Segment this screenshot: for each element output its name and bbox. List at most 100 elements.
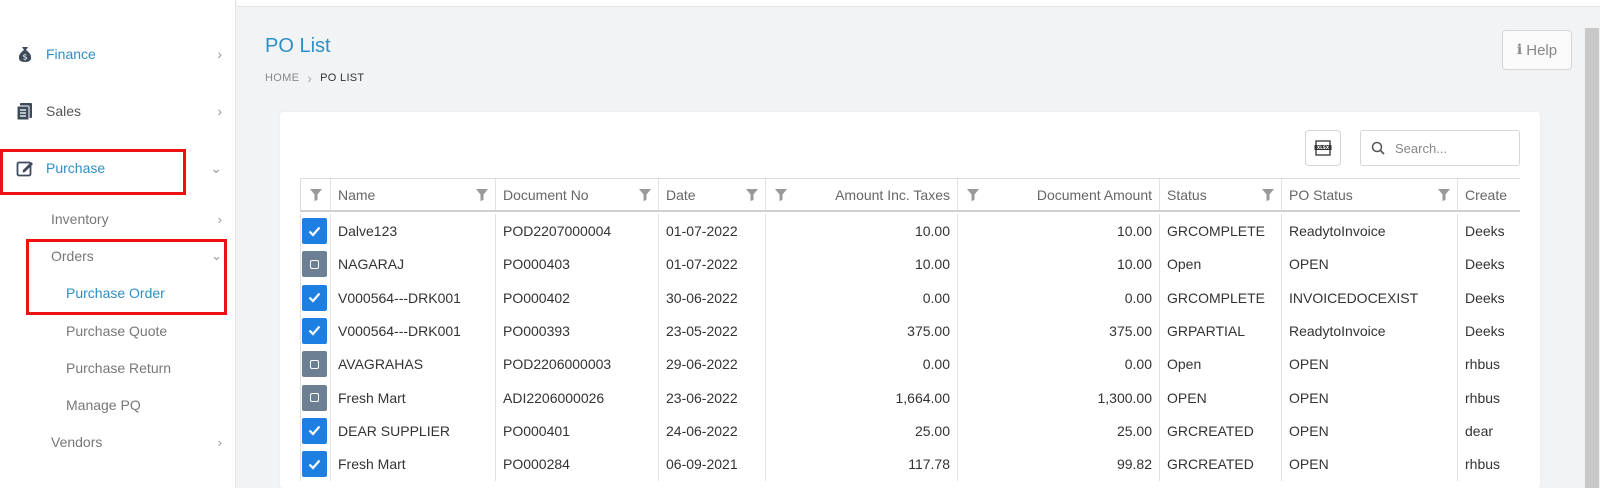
cell-created: Deeks [1457,280,1520,315]
cell-document-no: ADI2206000026 [495,380,658,415]
column-header-document-no[interactable]: Document No [495,179,658,210]
table-row[interactable]: DEAR SUPPLIER PO000401 24-06-2022 25.00 25.0… [300,413,1520,448]
cell-document-no: PO000403 [495,247,658,282]
row-checkbox[interactable] [302,218,327,244]
cell-document-no: PO000284 [495,447,658,482]
page-scrollbar[interactable] [1584,28,1600,488]
cell-amount-inc-taxes: 0.00 [765,280,957,315]
cell-status: GRCOMPLETE [1159,214,1281,248]
row-checkbox[interactable] [302,284,327,311]
cell-status: Open [1159,247,1281,282]
sidebar-item-vendors[interactable]: Vendors › [0,427,236,457]
column-label: Document Amount [1036,186,1152,203]
cell-amount-inc-taxes: 1,664.00 [765,380,957,415]
select-all-filter[interactable] [300,179,330,210]
breadcrumb-home[interactable]: HOME [265,72,299,84]
search-input[interactable] [1395,140,1505,156]
document-list-icon [16,103,32,121]
export-xlsx-button[interactable]: XLSX [1305,130,1341,166]
cell-amount-inc-taxes: 10.00 [765,214,957,248]
table-row[interactable]: AVAGRAHAS POD2206000003 29-06-2022 0.00 0.00… [300,347,1520,382]
help-label: Help [1526,41,1558,59]
chevron-right-icon: › [217,46,222,62]
sidebar-item-label: Vendors [51,434,103,450]
cell-document-no: PO000402 [495,280,658,315]
cell-date: 23-06-2022 [658,380,765,415]
column-label: PO Status [1289,186,1353,203]
table-row[interactable]: Fresh Mart ADI2206000026 23-06-2022 1,664.0… [300,380,1520,415]
cell-po-status: ReadytoInvoice [1281,214,1457,248]
column-header-amount-inc-taxes[interactable]: Amount Inc. Taxes [765,179,957,210]
table-row[interactable]: V000564---DRK001 PO000393 23-05-2022 375.00… [300,313,1520,348]
column-header-created[interactable]: Create [1457,179,1520,210]
cell-amount-inc-taxes: 117.78 [765,447,957,482]
cell-document-amount: 375.00 [957,313,1159,348]
top-header [237,0,1600,7]
scrollbar-thumb[interactable] [1585,28,1599,488]
filter-icon[interactable] [1261,188,1275,202]
table-row[interactable]: V000564---DRK001 PO000402 30-06-2022 0.00 0.… [300,280,1520,315]
table-row[interactable]: Dalve123 POD2207000004 01-07-2022 10.00 10.0… [300,214,1520,248]
cell-created: Deeks [1457,313,1520,348]
sidebar-item-purchase-return[interactable]: Purchase Return [0,353,236,383]
row-checkbox[interactable] [302,317,327,344]
cell-amount-inc-taxes: 25.00 [765,413,957,448]
filter-icon[interactable] [475,188,489,202]
cell-document-no: POD2206000003 [495,347,658,382]
column-header-po-status[interactable]: PO Status [1281,179,1457,210]
sidebar-item-purchase-quote[interactable]: Purchase Quote [0,316,236,346]
breadcrumb: HOME › PO LIST [265,70,364,86]
cell-status: GRCREATED [1159,413,1281,448]
cell-status: OPEN [1159,380,1281,415]
row-select-cell [300,247,330,282]
sidebar-item-label: Purchase Quote [66,323,168,339]
cell-document-no: PO000393 [495,313,658,348]
cell-po-status: OPEN [1281,247,1457,282]
cell-amount-inc-taxes: 10.00 [765,247,957,282]
sidebar-item-manage-pq[interactable]: Manage PQ [0,390,236,420]
cell-date: 30-06-2022 [658,280,765,315]
row-checkbox[interactable] [302,417,327,444]
highlight-box [0,149,186,195]
row-checkbox[interactable] [302,451,327,478]
row-select-cell [300,413,330,448]
row-checkbox[interactable] [302,384,327,411]
cell-created: Deeks [1457,247,1520,282]
cell-po-status: OPEN [1281,447,1457,482]
cell-date: 01-07-2022 [658,214,765,248]
sidebar-item-finance[interactable]: $ Finance › [0,32,236,76]
cell-name: V000564---DRK001 [330,280,495,315]
table-row[interactable]: Fresh Mart PO000284 06-09-2021 117.78 99.82 G… [300,447,1520,482]
filter-icon[interactable] [745,188,759,202]
column-header-date[interactable]: Date [658,179,765,210]
filter-icon[interactable] [966,188,980,202]
cell-po-status: OPEN [1281,380,1457,415]
row-checkbox[interactable] [302,351,327,378]
cell-created: rhbus [1457,447,1520,482]
cell-created: dear [1457,413,1520,448]
column-header-name[interactable]: Name [330,179,495,210]
filter-icon[interactable] [774,188,788,202]
column-header-status[interactable]: Status [1159,179,1281,210]
cell-name: V000564---DRK001 [330,313,495,348]
cell-name: Dalve123 [330,214,495,248]
po-list-card: XLSX Name Document No Date [280,112,1540,488]
row-select-cell [300,447,330,482]
sidebar-item-sales[interactable]: Sales › [0,89,236,133]
help-button[interactable]: i Help [1502,30,1572,70]
xlsx-export-icon: XLSX [1314,140,1332,156]
filter-icon[interactable] [1437,188,1451,202]
cell-po-status: OPEN [1281,413,1457,448]
sidebar-item-inventory[interactable]: Inventory › [0,204,236,234]
checkbox-empty-icon [310,259,319,269]
row-checkbox[interactable] [302,251,327,278]
cell-amount-inc-taxes: 0.00 [765,347,957,382]
cell-document-no: POD2207000004 [495,214,658,248]
cell-name: DEAR SUPPLIER [330,413,495,448]
checkmark-icon [308,292,321,303]
search-box[interactable] [1360,130,1520,166]
column-header-document-amount[interactable]: Document Amount [957,179,1159,210]
table-row[interactable]: NAGARAJ PO000403 01-07-2022 10.00 10.00 Open O… [300,247,1520,282]
chevron-right-icon: › [217,211,222,227]
filter-icon[interactable] [638,188,652,202]
